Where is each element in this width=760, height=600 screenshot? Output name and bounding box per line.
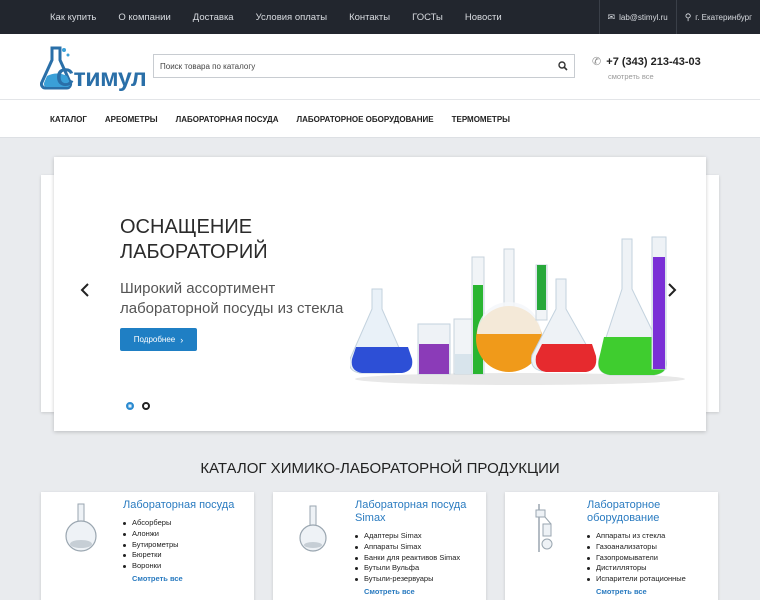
catalog-card-simax: Лабораторная посуда Simax Адаптеры Simax… — [273, 492, 486, 600]
card-list: Абсорберы Алонжи Бутирометры Бюретки Вор… — [123, 518, 179, 572]
search-button[interactable] — [552, 55, 574, 77]
round-flask-image — [65, 503, 97, 552]
slide-subtitle-line1: Широкий ассортимент — [120, 280, 276, 297]
hero-slider: ОСНАЩЕНИЕ ЛАБОРАТОРИЙ Широкий ассортимен… — [54, 157, 706, 431]
search-input[interactable] — [154, 55, 549, 77]
list-item[interactable]: Газопромыватели — [587, 553, 686, 564]
slide-title: ОСНАЩЕНИЕ ЛАБОРАТОРИЙ — [120, 215, 360, 265]
slider-prev-arrow[interactable] — [80, 281, 90, 304]
slider-dots — [126, 402, 158, 410]
slide-peek-right — [705, 175, 719, 412]
map-pin-icon: ⚲ — [684, 11, 692, 22]
top-link-gosts[interactable]: ГОСТы — [412, 12, 443, 23]
city-text: г. Екатеринбург — [695, 12, 752, 22]
chevron-left-icon — [80, 283, 89, 297]
list-item[interactable]: Аппараты из стекла — [587, 531, 686, 542]
phone-number[interactable]: ✆ +7 (343) 213-43-03 — [592, 55, 701, 68]
card-title[interactable]: Лабораторная посуда Simax — [355, 499, 480, 525]
list-item[interactable]: Аппараты Simax — [355, 542, 460, 553]
top-link-news[interactable]: Новости — [465, 12, 502, 23]
card-title-line1: Лабораторная посуда — [355, 499, 467, 511]
list-item[interactable]: Бутыли-резервуары — [355, 574, 460, 585]
menu-item-thermometers[interactable]: ТЕРМОМЕТРЫ — [452, 115, 510, 124]
more-button-label: Подробнее — [133, 335, 176, 344]
list-item[interactable]: Газоанализаторы — [587, 542, 686, 553]
list-item[interactable]: Банки для реактивов Simax — [355, 553, 460, 564]
menu-item-lab-equipment[interactable]: ЛАБОРАТОРНОЕ ОБОРУДОВАНИЕ — [296, 115, 433, 124]
lab-apparatus-image — [535, 504, 553, 552]
card-title-line2: оборудование — [587, 512, 660, 524]
top-bar: Как купить О компании Доставка Условия о… — [0, 0, 760, 34]
card-list: Адаптеры Simax Аппараты Simax Банки для … — [355, 531, 460, 585]
card-title-line2: Simax — [355, 512, 386, 524]
phone-text: +7 (343) 213-43-03 — [606, 56, 701, 68]
search-box — [153, 54, 575, 78]
logo[interactable]: Стимул — [39, 44, 147, 92]
list-item[interactable]: Алонжи — [123, 529, 179, 540]
list-item[interactable]: Бутыли Вульфа — [355, 563, 460, 574]
top-link-about[interactable]: О компании — [118, 12, 170, 23]
top-nav: Как купить О компании Доставка Условия о… — [40, 0, 524, 34]
card-title-line1: Лабораторное — [587, 499, 661, 511]
more-button[interactable]: Подробнее › — [120, 328, 197, 351]
see-all-link[interactable]: Смотреть все — [364, 587, 415, 596]
see-all-phones-link[interactable]: смотреть все — [608, 72, 654, 81]
slider-dot-1[interactable] — [126, 402, 134, 410]
catalog-title: КАТАЛОГ ХИМИКО-ЛАБОРАТОРНОЙ ПРОДУКЦИИ — [200, 460, 560, 477]
card-list: Аппараты из стекла Газоанализаторы Газоп… — [587, 531, 686, 585]
menu-item-catalog[interactable]: КАТАЛОГ — [50, 115, 87, 124]
slide-subtitle-line2: лабораторной посуды из стекла — [120, 300, 344, 317]
list-item[interactable]: Дистилляторы — [587, 563, 686, 574]
email-link[interactable]: ✉ lab@stimyl.ru — [598, 0, 676, 34]
slide-subtitle: Широкий ассортимент лабораторной посуды … — [120, 279, 360, 319]
top-link-contacts[interactable]: Контакты — [349, 12, 390, 23]
see-all-link[interactable]: Смотреть все — [132, 574, 183, 583]
top-link-payment[interactable]: Условия оплаты — [256, 12, 327, 23]
list-item[interactable]: Абсорберы — [123, 518, 179, 529]
catalog-card-lab-glassware: Лабораторная посуда Абсорберы Алонжи Бут… — [41, 492, 254, 600]
card-title[interactable]: Лабораторная посуда — [123, 499, 248, 512]
list-item[interactable]: Бюретки — [123, 550, 179, 561]
top-contacts: ✉ lab@stimyl.ru ⚲ г. Екатеринбург — [598, 0, 760, 34]
top-link-how-to-buy[interactable]: Как купить — [50, 12, 96, 23]
list-item[interactable]: Адаптеры Simax — [355, 531, 460, 542]
lab-glassware-image — [350, 236, 685, 385]
chevron-right-icon: › — [180, 334, 184, 345]
list-item[interactable]: Воронки — [123, 561, 179, 572]
envelope-icon: ✉ — [607, 11, 616, 22]
main-menu: КАТАЛОГ АРЕОМЕТРЫ ЛАБОРАТОРНАЯ ПОСУДА ЛА… — [0, 100, 760, 138]
round-flask-image — [299, 505, 327, 552]
list-item[interactable]: Испарители ротационные — [587, 574, 686, 585]
city-selector[interactable]: ⚲ г. Екатеринбург — [675, 0, 760, 34]
slider-dot-2[interactable] — [142, 402, 150, 410]
header: Стимул ✆ +7 (343) 213-43-03 смотреть все — [0, 34, 760, 100]
email-text: lab@stimyl.ru — [619, 12, 668, 22]
catalog-card-lab-equipment: Лабораторное оборудование Аппараты из ст… — [505, 492, 718, 600]
card-title-line1: Лабораторная посуда — [123, 499, 235, 511]
see-all-link[interactable]: Смотреть все — [596, 587, 647, 596]
search-icon — [558, 61, 568, 71]
logo-text: Стимул — [56, 64, 147, 92]
slide-title-line1: ОСНАЩЕНИЕ — [120, 216, 253, 238]
top-link-delivery[interactable]: Доставка — [193, 12, 234, 23]
menu-item-lab-glassware[interactable]: ЛАБОРАТОРНАЯ ПОСУДА — [176, 115, 279, 124]
card-title[interactable]: Лабораторное оборудование — [587, 499, 712, 525]
slide-title-line2: ЛАБОРАТОРИЙ — [120, 241, 268, 263]
phone-icon: ✆ — [592, 56, 602, 68]
list-item[interactable]: Бутирометры — [123, 540, 179, 551]
menu-item-hydrometers[interactable]: АРЕОМЕТРЫ — [105, 115, 158, 124]
slide-peek-left — [41, 175, 55, 412]
